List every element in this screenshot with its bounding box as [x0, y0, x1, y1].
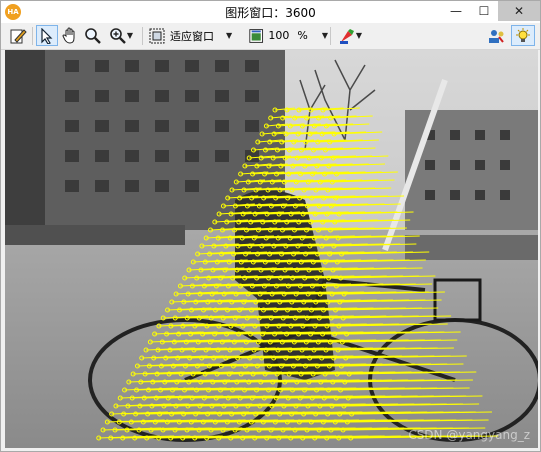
zoom-percent-dropdown[interactable]: 100 % ▼	[248, 25, 328, 46]
maximize-button[interactable]: ☐	[470, 1, 498, 21]
color-icon	[339, 28, 354, 44]
fit-window-icon	[149, 28, 165, 43]
title-bar[interactable]: HA 图形窗口：3600 — ☐ ✕	[1, 1, 540, 23]
pan-button[interactable]	[59, 25, 81, 46]
settings-button[interactable]	[485, 25, 507, 46]
zoom-window-icon	[249, 28, 264, 43]
fit-window-dropdown[interactable]: 适应窗口 ▼	[148, 25, 244, 46]
zoom-plus-icon	[110, 27, 126, 44]
zoom-button[interactable]	[82, 25, 104, 46]
light-icon	[516, 27, 530, 42]
chevron-down-icon: ▼	[355, 31, 363, 40]
settings-icon	[489, 29, 504, 43]
zoom-percent-unit: %	[297, 29, 308, 42]
pointer-icon	[41, 27, 53, 44]
toolbar: ▼ 适应窗口 ▼ 100 % ▼ ▼	[1, 23, 540, 50]
chevron-down-icon: ▼	[321, 31, 328, 40]
image-viewport[interactable]: CSDN @yangyang_z	[5, 50, 538, 448]
chevron-down-icon: ▼	[126, 31, 134, 40]
close-button[interactable]: ✕	[498, 1, 540, 21]
separator	[330, 27, 331, 45]
minimize-button[interactable]: —	[442, 1, 470, 21]
street-scene-image	[5, 50, 538, 448]
graphics-window: HA 图形窗口：3600 — ☐ ✕ ▼ 适应窗口 ▼ 100 % ▼ ▼ CS…	[0, 0, 541, 452]
zoom-percent-value: 100	[268, 29, 290, 42]
fit-window-label: 适应窗口	[170, 29, 214, 43]
separator	[32, 27, 33, 45]
edit-icon	[10, 28, 27, 43]
edit-button[interactable]	[7, 25, 29, 46]
chevron-down-icon: ▼	[226, 31, 233, 40]
zoom-icon	[85, 27, 101, 44]
hand-icon	[62, 26, 75, 44]
watermark-text: CSDN @yangyang_z	[408, 428, 530, 442]
separator	[142, 27, 143, 45]
pointer-button[interactable]	[36, 25, 58, 46]
light-button[interactable]	[511, 25, 535, 46]
zoom-menu-button[interactable]: ▼	[105, 25, 137, 46]
color-button[interactable]: ▼	[334, 25, 366, 46]
